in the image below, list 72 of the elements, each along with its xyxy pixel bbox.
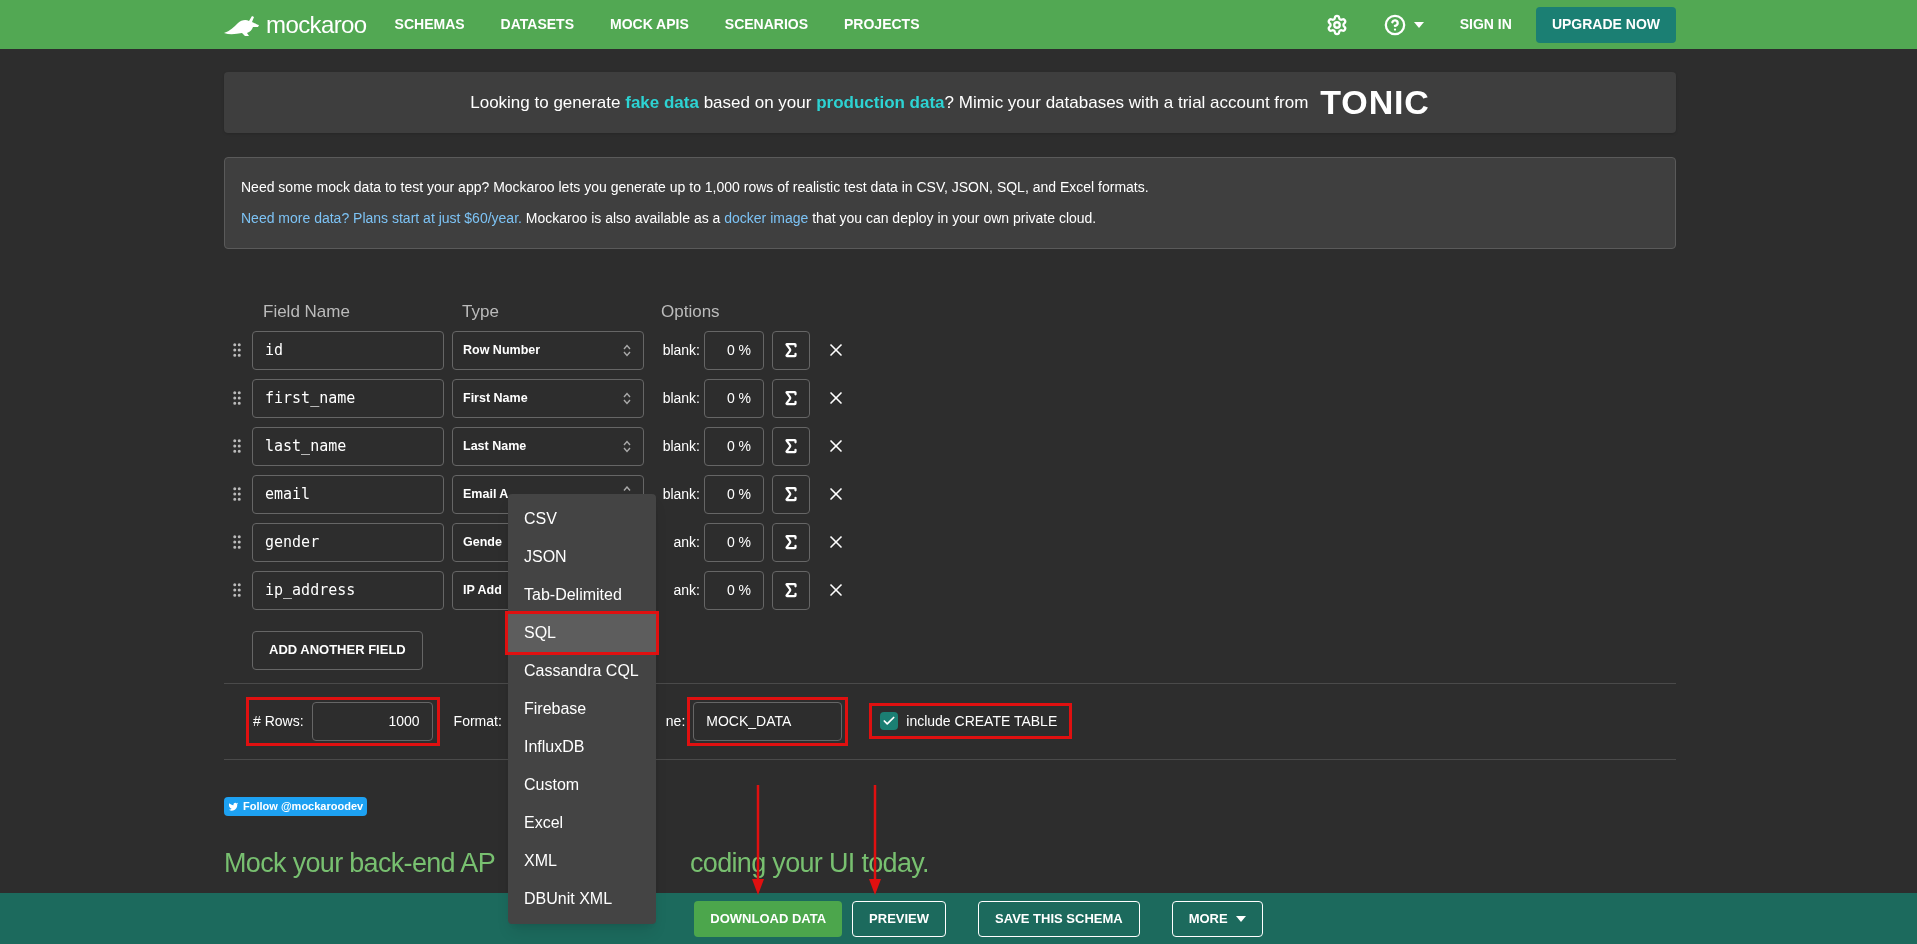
info-link[interactable]: docker image	[724, 210, 809, 226]
menu-item[interactable]: Tab-Delimited	[508, 576, 656, 614]
type-select[interactable]: First Name	[452, 378, 644, 418]
formula-button[interactable]	[772, 474, 810, 514]
upgrade-button[interactable]: UPGRADE NOW	[1535, 6, 1676, 43]
menu-item[interactable]: Custom	[508, 766, 656, 804]
field-name-input[interactable]: last_name	[252, 426, 444, 466]
info-text: Need more data? Plans start at just $60/year. Mockaroo is also available as a docker image that you can deploy in your own private cloud.	[241, 209, 1098, 228]
table-name-input[interactable]: MOCK_DATA	[693, 701, 843, 741]
brand-logo[interactable]: TONIC	[1320, 77, 1430, 128]
sigma-icon	[782, 581, 800, 599]
blank-percent-input[interactable]: 0 %	[704, 522, 764, 562]
action-button[interactable]: SAVE THIS SCHEMA	[978, 900, 1140, 937]
settings-icon[interactable]	[1325, 13, 1348, 36]
sigma-icon	[782, 485, 800, 503]
formula-button[interactable]	[772, 570, 810, 610]
sigma-icon	[782, 533, 800, 551]
format-label: Format:	[453, 711, 502, 731]
field-name-input[interactable]: first_name	[252, 378, 444, 418]
menu-item[interactable]: SQL	[508, 614, 656, 652]
headline: Mock your back-end AP	[224, 846, 495, 880]
blank-label: blank:	[661, 484, 700, 504]
sigma-icon	[782, 437, 800, 455]
blank-label: blank:	[661, 436, 700, 456]
field-name-input[interactable]: id	[252, 330, 444, 370]
action-button[interactable]: PREVIEW	[852, 900, 947, 937]
menu-item[interactable]: InfluxDB	[508, 728, 656, 766]
sigma-icon	[782, 341, 800, 359]
type-select[interactable]: Row Number	[452, 330, 644, 370]
action-button[interactable]: MORE	[1171, 900, 1263, 937]
blank-percent-input[interactable]: 0 %	[704, 474, 764, 514]
column-header: Type	[462, 301, 500, 323]
blank-percent-input[interactable]: 0 %	[704, 570, 764, 610]
field-name-input[interactable]: gender	[252, 522, 444, 562]
menu-item[interactable]: XML	[508, 842, 656, 880]
type-select[interactable]: Last Name	[452, 426, 644, 466]
blank-label: blank:	[661, 340, 700, 360]
table-name-label: ne:	[665, 711, 686, 731]
blank-percent-input[interactable]: 0 %	[704, 330, 764, 370]
menu-item[interactable]: Excel	[508, 804, 656, 842]
menu-item[interactable]: Cassandra CQL	[508, 652, 656, 690]
field-name-input[interactable]: ip_address	[252, 570, 444, 610]
rows-input[interactable]: 1000	[311, 701, 433, 741]
create-table-checkbox[interactable]	[880, 712, 899, 730]
blank-label: ank:	[672, 532, 700, 552]
formula-button[interactable]	[772, 522, 810, 562]
column-header: Options	[661, 301, 720, 323]
blank-label: blank:	[661, 388, 700, 408]
formula-button[interactable]	[772, 330, 810, 370]
checkbox-label: include CREATE TABLE	[906, 711, 1059, 731]
menu-item[interactable]: DBUnit XML	[508, 880, 656, 918]
rows-label: # Rows:	[253, 711, 304, 731]
column-header: Field Name	[263, 301, 351, 323]
bird-icon	[228, 800, 239, 812]
info-text: Need some mock data to test your app? Mockaroo lets you generate up to 1,000 rows of realistic test data in CSV, JSON, SQL, and Excel formats.	[241, 178, 1150, 197]
menu-item[interactable]: CSV	[508, 500, 656, 538]
formula-button[interactable]	[772, 378, 810, 418]
caret-icon	[1235, 915, 1246, 922]
menu-item[interactable]: JSON	[508, 538, 656, 576]
blank-percent-input[interactable]: 0 %	[704, 378, 764, 418]
formula-button[interactable]	[772, 426, 810, 466]
info-link[interactable]: Need more data? Plans start at just $60/year.	[241, 210, 522, 226]
field-name-input[interactable]: email	[252, 474, 444, 514]
banner-text: Looking to generate fake data based on your production data? Mimic your databases with a trial account from	[470, 91, 1309, 114]
help-icon[interactable]	[1383, 13, 1406, 36]
caret-icon	[1413, 21, 1424, 28]
sigma-icon	[782, 389, 800, 407]
menu-item[interactable]: Firebase	[508, 690, 656, 728]
check-icon	[882, 714, 897, 728]
add-field-button[interactable]: ADD ANOTHER FIELD	[252, 630, 423, 670]
blank-label: ank:	[672, 580, 700, 600]
blank-percent-input[interactable]: 0 %	[704, 426, 764, 466]
